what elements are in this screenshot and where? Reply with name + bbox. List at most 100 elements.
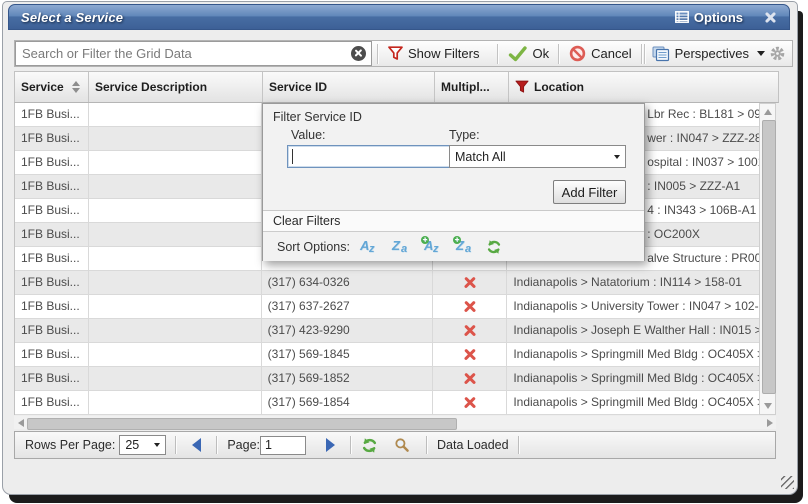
sort-ascending-icon[interactable] [360,238,380,256]
cell-location: Indianapolis > Springmill Med Bldg : OC4… [507,367,759,391]
cell-description [89,127,262,151]
table-row[interactable]: 1FB Busi... (317) 569-1852 Indianapolis … [15,367,759,391]
table-row[interactable]: 1FB Busi... (317) 569-1845 Indianapolis … [15,343,759,367]
add-filter-label: Add Filter [562,185,618,200]
perspectives-button[interactable]: Perspectives [648,46,769,62]
cell-service: 1FB Busi... [15,151,89,175]
find-button[interactable] [394,437,410,453]
cell-multiplexed [433,343,507,367]
separator [175,436,177,454]
cell-description [89,367,262,391]
filter-popup-title: Filter Service ID [273,110,362,124]
cell-description [89,103,262,127]
rows-per-page-select[interactable]: 25 [119,435,166,455]
vertical-scrollbar[interactable] [759,103,776,415]
filter-funnel-icon [515,80,529,94]
horizontal-scrollbar-thumb[interactable] [27,418,457,430]
sort-options-row: Sort Options: + + [263,232,644,261]
cell-service: 1FB Busi... [15,367,89,391]
filter-value-label: Value: [291,128,326,142]
scroll-up-icon[interactable] [760,105,775,119]
clear-filters-button[interactable]: Clear Filters [263,210,644,232]
chevron-down-icon [757,51,765,56]
cell-service-id: (317) 634-0326 [262,271,434,295]
previous-page-button[interactable] [192,438,201,452]
cell-location: Indianapolis > Natatorium : IN114 > 158-… [507,271,759,295]
cell-service: 1FB Busi... [15,295,89,319]
table-row[interactable]: 1FB Busi... (317) 637-2627 Indianapolis … [15,295,759,319]
filter-type-select[interactable]: Match All [449,145,626,168]
cancel-button[interactable]: Cancel [565,45,635,62]
cell-description [89,343,262,367]
page-label: Page: [227,438,260,452]
cell-service: 1FB Busi... [15,247,89,271]
select-a-service-dialog: Select a Service Options Show Filters Ok [0,0,808,504]
rows-per-page-value: 25 [125,438,139,452]
column-header-location[interactable]: Location [509,72,778,102]
sort-add-ascending-icon[interactable]: + [424,238,444,256]
table-row[interactable]: 1FB Busi... (317) 569-1854 Indianapolis … [15,391,759,415]
filter-type-label: Type: [449,128,480,142]
cell-service: 1FB Busi... [15,127,89,151]
vertical-scrollbar-thumb[interactable] [762,120,776,394]
pager-bar: Rows Per Page: 25 Page: Data Loaded [14,431,776,459]
chevron-down-icon [154,443,160,447]
cell-description [89,391,262,415]
search-box [15,41,372,66]
cell-service-id: (317) 423-9290 [262,319,434,343]
scroll-left-icon[interactable] [14,416,27,429]
dialog-title: Select a Service [21,10,123,25]
show-filters-button[interactable]: Show Filters [384,46,484,61]
cancel-label: Cancel [591,46,631,61]
separator [518,436,520,454]
sort-options-label: Sort Options: [277,240,350,254]
reset-sort-button[interactable] [486,239,502,255]
sort-descending-icon[interactable] [392,238,412,256]
table-row[interactable]: 1FB Busi... (317) 634-0326 Indianapolis … [15,271,759,295]
settings-button[interactable] [769,45,786,62]
ok-label: Ok [532,46,549,61]
scroll-right-icon[interactable] [763,416,776,429]
separator [644,44,646,64]
page-number-input[interactable] [260,436,306,455]
options-button[interactable]: Options [675,10,743,25]
cell-description [89,295,262,319]
table-row[interactable]: 1FB Busi... (317) 423-9290 Indianapolis … [15,319,759,343]
clear-filters-label: Clear Filters [273,214,340,228]
ok-button[interactable]: Ok [504,46,553,62]
add-filter-button[interactable]: Add Filter [553,180,626,204]
cell-description [89,151,262,175]
filter-type-value: Match All [455,150,506,164]
cell-description [89,223,262,247]
refresh-button[interactable] [361,437,378,454]
resize-grip[interactable] [781,476,794,489]
cell-service: 1FB Busi... [15,391,89,415]
separator [641,44,643,64]
cell-description [89,247,262,271]
dialog-titlebar[interactable]: Select a Service Options [8,4,790,30]
column-header-description[interactable]: Service Description [89,72,263,102]
multiplexed-x-icon [463,300,477,314]
close-icon[interactable] [764,11,777,24]
show-filters-label: Show Filters [408,46,480,61]
scroll-down-icon[interactable] [760,399,775,413]
multiplexed-x-icon [463,348,477,362]
cell-service-id: (317) 569-1852 [262,367,434,391]
column-header-location-label: Location [534,80,584,94]
separator [426,436,428,454]
clear-search-icon[interactable] [351,46,366,61]
column-header-multiplexed[interactable]: Multipl... [435,72,509,102]
sort-add-descending-icon[interactable]: + [456,238,476,256]
cell-service: 1FB Busi... [15,199,89,223]
search-input[interactable] [15,41,372,66]
filter-funnel-icon [388,46,403,61]
column-header-service[interactable]: Service [15,72,89,102]
options-label: Options [694,10,743,25]
sort-updown-icon [72,81,80,93]
horizontal-scrollbar[interactable] [14,416,776,429]
cell-service: 1FB Busi... [15,343,89,367]
column-header-service-id[interactable]: Service ID [263,72,435,102]
cell-service: 1FB Busi... [15,319,89,343]
next-page-button[interactable] [326,438,335,452]
perspectives-label: Perspectives [675,46,749,61]
